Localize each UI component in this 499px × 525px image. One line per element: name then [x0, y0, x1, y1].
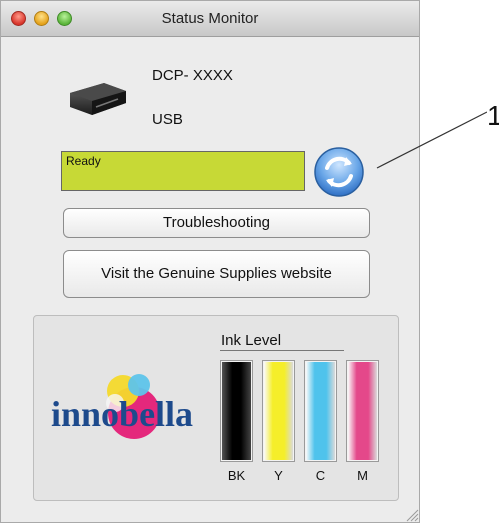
callout-number: 1 — [487, 100, 499, 131]
title-bar[interactable]: Status Monitor — [1, 1, 419, 37]
ink-cartridge-c — [304, 360, 337, 462]
window-title: Status Monitor — [161, 10, 259, 27]
visit-supplies-button[interactable]: Visit the Genuine Supplies website — [63, 250, 370, 298]
callout-leader-line — [376, 111, 487, 169]
ink-fill-y — [264, 362, 293, 460]
ink-fill-m — [348, 362, 377, 460]
ink-label-y: Y — [274, 468, 283, 483]
connection-type: USB — [152, 111, 183, 128]
printer-model: DCP- XXXX — [152, 67, 233, 84]
innobella-logo-text: innobella — [51, 394, 193, 434]
resize-grip-icon[interactable] — [403, 506, 419, 522]
status-text: Ready — [66, 154, 101, 168]
innobella-logo: innobella — [51, 374, 193, 439]
ink-label-c: C — [315, 468, 326, 483]
ink-cartridge-y — [262, 360, 295, 462]
ink-label-m: M — [357, 468, 368, 483]
status-display: Ready — [61, 151, 305, 191]
ink-cartridge-bk — [220, 360, 253, 462]
ink-label-bk: BK — [227, 468, 246, 483]
refresh-icon[interactable] — [313, 146, 365, 198]
printer-icon — [70, 83, 126, 115]
ink-level-underline — [220, 350, 344, 351]
status-monitor-window: Status Monitor DCP- XXXX USB Ready Troub… — [0, 0, 420, 523]
ink-fill-c — [306, 362, 335, 460]
ink-cartridge-m — [346, 360, 379, 462]
troubleshooting-button[interactable]: Troubleshooting — [63, 208, 370, 238]
ink-fill-bk — [222, 362, 251, 460]
ink-level-title: Ink Level — [221, 332, 282, 349]
